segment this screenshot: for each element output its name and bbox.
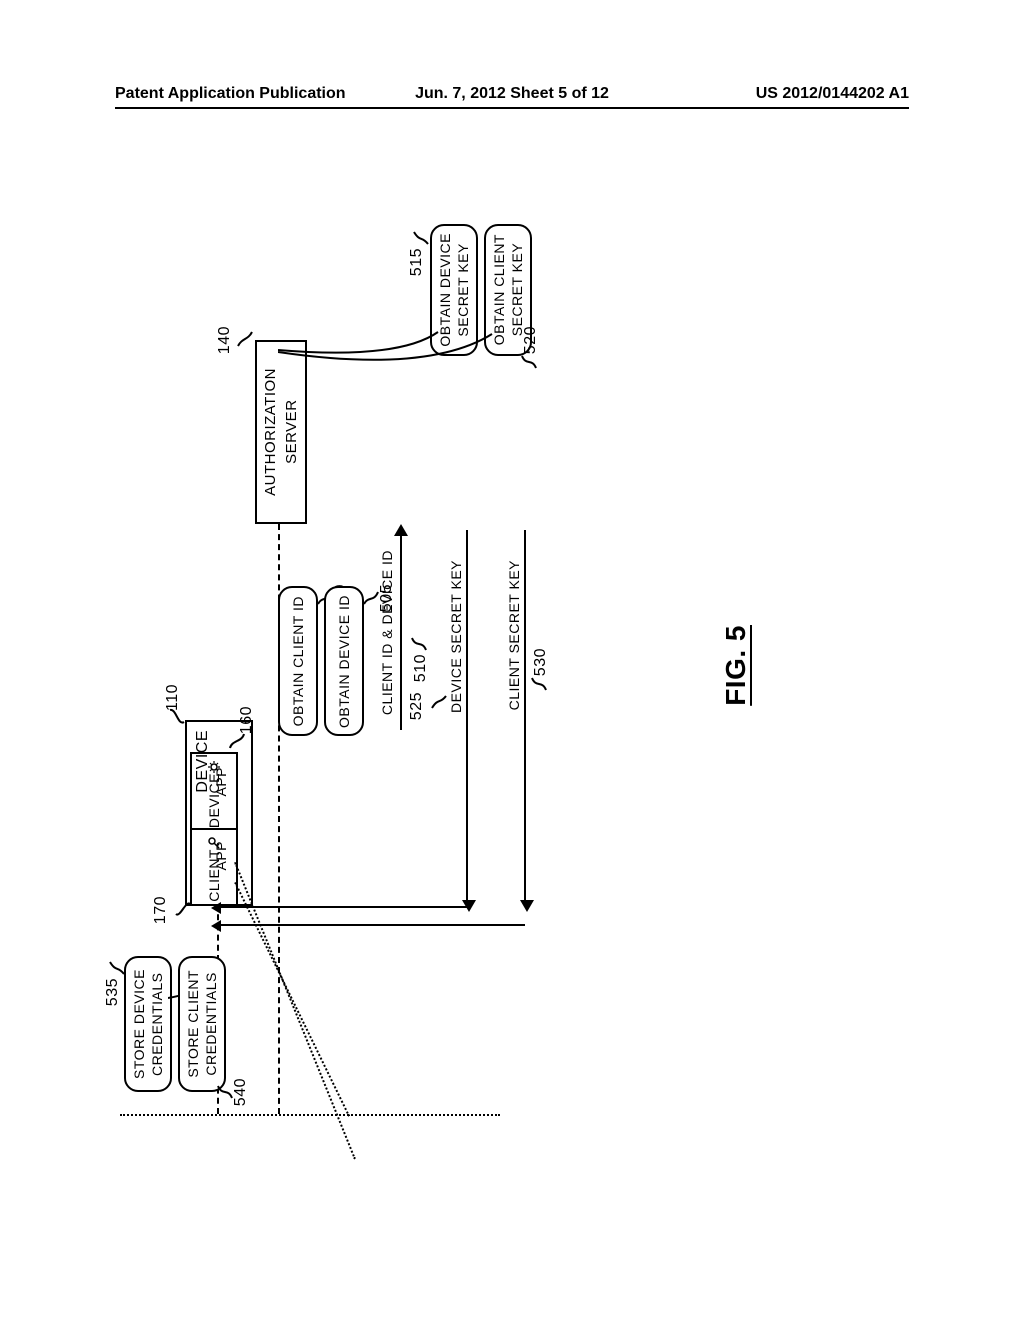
- bubble-store-device-cred-l2: CREDENTIALS: [149, 969, 165, 1079]
- ref-515: 515: [408, 248, 426, 276]
- device-app-ref-squiggle: [228, 732, 246, 750]
- auth-server-ref: 140: [216, 326, 234, 354]
- bubble-store-client-cred-l2: CREDENTIALS: [203, 970, 219, 1078]
- client-app-box: CLIENT APP: [190, 828, 238, 906]
- ref-525-squiggle: [430, 694, 448, 712]
- device-ref: 110: [164, 684, 182, 711]
- page: Patent Application Publication Jun. 7, 2…: [0, 0, 1024, 1320]
- bubble-obtain-client-secret-l1: OBTAIN CLIENT: [491, 234, 507, 345]
- device-app-ref: 160: [238, 706, 256, 734]
- bubble-store-device-cred: STORE DEVICE CREDENTIALS: [124, 956, 172, 1092]
- client-app-label-2: APP: [213, 841, 229, 871]
- client-projection-2: [234, 882, 350, 1117]
- msg-device-secret-key: [466, 530, 468, 906]
- ref-510-squiggle: [410, 636, 428, 654]
- bubble-obtain-device-id: OBTAIN DEVICE ID: [324, 586, 364, 736]
- msg-client-secret-key: [524, 530, 526, 906]
- device-app-box: DEVICE APP: [190, 752, 238, 830]
- bubble-store-device-cred-l1: STORE DEVICE: [131, 969, 147, 1079]
- client-app-ref-squiggle: [174, 900, 192, 918]
- auth-server-ref-squiggle: [236, 330, 254, 348]
- ref-535: 535: [104, 978, 122, 1006]
- ref-530: 530: [532, 648, 550, 676]
- ref-535-squiggle: [108, 960, 126, 978]
- ref-510: 510: [412, 654, 430, 682]
- bubble-obtain-client-id-text: OBTAIN CLIENT ID: [290, 596, 306, 726]
- msg-525-horizontal: [219, 906, 467, 908]
- bubble-store-client-cred-l1: STORE CLIENT: [185, 970, 201, 1078]
- auth-server-label-2: SERVER: [283, 368, 300, 496]
- figure-caption: FIG. 5: [720, 625, 752, 706]
- ref-540: 540: [232, 1078, 250, 1106]
- bubble-obtain-device-secret-l2: SECRET KEY: [455, 233, 471, 347]
- page-header: Patent Application Publication Jun. 7, 2…: [115, 85, 909, 109]
- bubble-store-client-cred: STORE CLIENT CREDENTIALS: [178, 956, 226, 1092]
- bubble-obtain-device-id-text: OBTAIN DEVICE ID: [336, 595, 352, 728]
- header-right: US 2012/0144202 A1: [756, 85, 909, 103]
- bubble-obtain-client-id: OBTAIN CLIENT ID: [278, 586, 318, 736]
- msg-client-device-id-label: CLIENT ID & DEVICE ID: [380, 550, 395, 715]
- ref-515-squiggle: [412, 230, 430, 248]
- msg-device-secret-key-label: DEVICE SECRET KEY: [448, 560, 464, 713]
- ref-530-squiggle: [530, 676, 548, 694]
- msg-client-secret-key-label: CLIENT SECRET KEY: [506, 560, 522, 710]
- ref-520: 520: [522, 326, 540, 354]
- ref-520-squiggle: [520, 354, 538, 372]
- client-projection-3: [120, 1114, 500, 1116]
- msg-530-horizontal: [219, 924, 525, 926]
- auth-server-label-1: AUTHORIZATION: [262, 368, 279, 496]
- ref-525: 525: [408, 692, 426, 720]
- client-app-ref: 170: [152, 896, 170, 924]
- device-app-label-2: APP: [213, 767, 229, 797]
